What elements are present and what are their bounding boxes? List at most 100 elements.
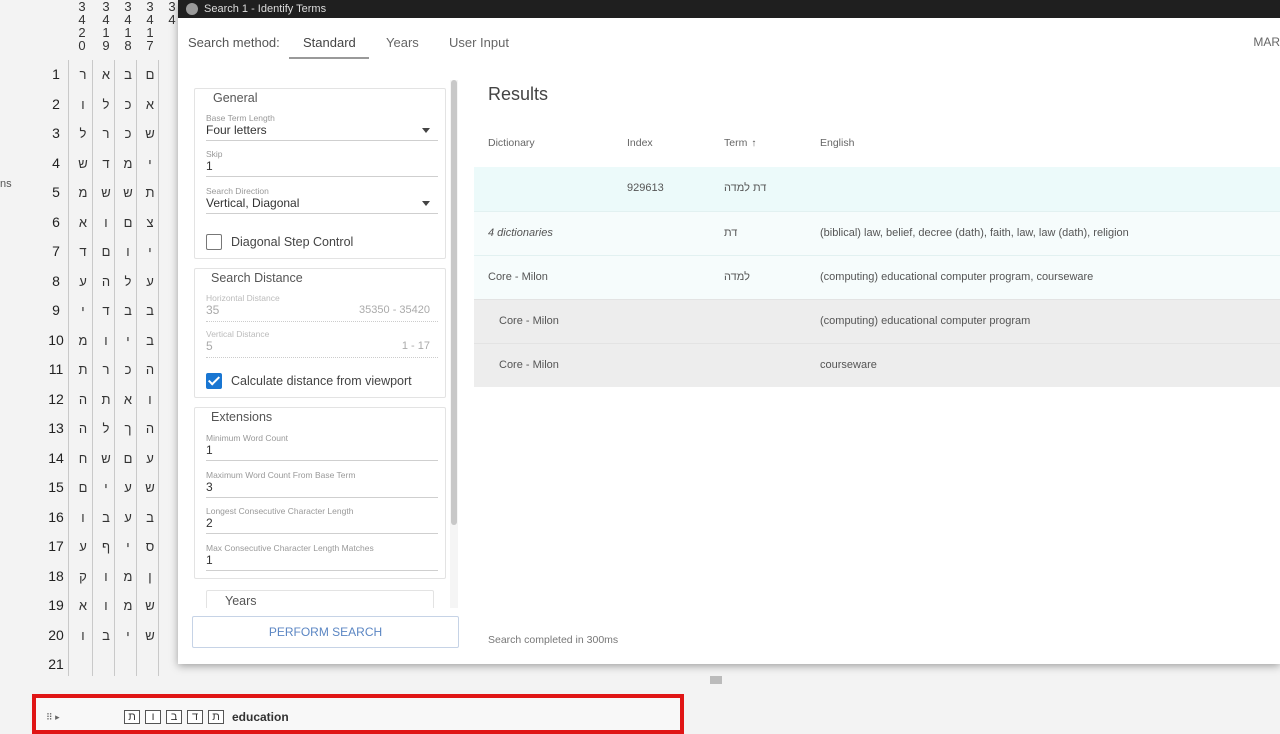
grid-cell[interactable]: ש [139,598,161,613]
grid-cell[interactable]: מ [72,185,94,200]
grid-cell[interactable]: ש [139,480,161,495]
grid-cell[interactable]: י [117,539,139,554]
grid-cell[interactable]: ו [72,510,94,525]
resize-handle[interactable] [710,676,722,684]
grid-cell[interactable]: ל [95,421,117,436]
col-header-term[interactable]: Term ↑ [724,137,756,149]
grid-cell[interactable]: ב [139,510,161,525]
grid-cell[interactable]: צ [139,215,161,230]
grid-cell[interactable]: א [72,215,94,230]
grid-cell[interactable]: ב [139,333,161,348]
grid-cell[interactable]: מ [117,569,139,584]
grid-cell[interactable]: ח [72,451,94,466]
grid-cell[interactable]: ם [95,244,117,259]
table-row[interactable]: 929613 דת למדה [474,167,1280,211]
grid-cell[interactable]: ד [95,156,117,171]
calc-viewport-label[interactable]: Calculate distance from viewport [231,374,412,388]
grid-cell[interactable]: כ [117,126,139,141]
calc-viewport-checkbox[interactable] [206,373,222,389]
grid-cell[interactable]: ש [139,126,161,141]
grid-cell[interactable]: ה [72,421,94,436]
grid-cell[interactable]: ו [72,628,94,643]
grid-cell[interactable]: ש [72,156,94,171]
grid-cell[interactable]: ב [95,628,117,643]
grid-cell[interactable]: ם [117,451,139,466]
tab-years[interactable]: Years [386,35,419,50]
grid-cell[interactable]: ש [95,451,117,466]
grid-cell[interactable]: ש [95,185,117,200]
col-header-index[interactable]: Index [627,137,653,149]
table-row[interactable]: Core - Milon courseware [474,343,1280,387]
grid-cell[interactable]: ר [95,126,117,141]
base-term-length-select[interactable]: Base Term Length Four letters [206,113,438,141]
table-row[interactable]: 4 dictionaries דת (biblical) law, belief… [474,211,1280,255]
grid-cell[interactable]: ל [95,97,117,112]
max-consecutive-matches-input[interactable]: Max Consecutive Character Length Matches… [206,543,438,571]
grid-cell[interactable]: ע [139,274,161,289]
grid-cell[interactable]: ם [139,67,161,82]
grid-cell[interactable]: ך [117,421,139,436]
grid-cell[interactable]: ם [72,480,94,495]
grid-cell[interactable]: ה [139,421,161,436]
grid-cell[interactable]: ו [95,569,117,584]
col-header-dictionary[interactable]: Dictionary [488,137,535,149]
grid-cell[interactable]: ב [117,303,139,318]
options-scrollbar-thumb[interactable] [451,80,457,525]
grid-cell[interactable]: ש [117,185,139,200]
table-row[interactable]: Core - Milon (computing) educational com… [474,299,1280,343]
grid-cell[interactable]: ל [117,274,139,289]
grid-cell[interactable]: ע [117,480,139,495]
grid-cell[interactable]: ו [117,244,139,259]
grid-cell[interactable]: י [117,628,139,643]
grid-cell[interactable]: א [117,392,139,407]
grid-cell[interactable]: ו [95,333,117,348]
perform-search-button[interactable]: PERFORM SEARCH [192,616,459,648]
grid-cell[interactable]: כ [117,97,139,112]
grid-cell[interactable]: א [72,598,94,613]
grid-cell[interactable]: ב [117,67,139,82]
grid-cell[interactable]: י [139,156,161,171]
grid-cell[interactable]: ע [72,274,94,289]
grid-cell[interactable]: ד [72,244,94,259]
grid-cell[interactable]: ן [139,569,161,584]
col-header-english[interactable]: English [820,137,854,149]
grid-cell[interactable]: ו [139,392,161,407]
grid-cell[interactable]: מ [117,598,139,613]
grid-cell[interactable]: ר [72,67,94,82]
drag-handle-icon[interactable]: ⠿ ▸ [46,712,60,723]
diagonal-step-checkbox[interactable] [206,234,222,250]
table-row[interactable]: Core - Milon למדה (computing) educationa… [474,255,1280,299]
grid-cell[interactable]: ף [95,539,117,554]
grid-cell[interactable]: ש [139,628,161,643]
max-word-count-input[interactable]: Maximum Word Count From Base Term 3 [206,470,438,498]
grid-cell[interactable]: מ [72,333,94,348]
tab-user-input[interactable]: User Input [449,35,509,50]
dialog-titlebar[interactable]: Search 1 - Identify Terms [178,0,1280,18]
grid-cell[interactable]: י [117,333,139,348]
grid-cell[interactable]: ס [139,539,161,554]
grid-cell[interactable]: מ [117,156,139,171]
grid-cell[interactable]: ו [72,97,94,112]
grid-cell[interactable]: ר [95,362,117,377]
skip-input[interactable]: Skip 1 [206,149,438,177]
grid-cell[interactable]: ע [139,451,161,466]
grid-cell[interactable]: ק [72,569,94,584]
grid-cell[interactable]: ה [72,392,94,407]
grid-cell[interactable]: י [72,303,94,318]
grid-cell[interactable]: ת [139,185,161,200]
grid-cell[interactable]: ם [117,215,139,230]
grid-cell[interactable]: ב [139,303,161,318]
grid-cell[interactable]: י [95,480,117,495]
grid-cell[interactable]: ע [72,539,94,554]
grid-cell[interactable]: ו [95,598,117,613]
grid-cell[interactable]: ד [95,303,117,318]
grid-cell[interactable]: כ [117,362,139,377]
grid-cell[interactable]: ל [72,126,94,141]
search-direction-select[interactable]: Search Direction Vertical, Diagonal [206,186,438,214]
grid-cell[interactable]: ת [72,362,94,377]
grid-cell[interactable]: ע [117,510,139,525]
tab-standard[interactable]: Standard [303,35,356,50]
grid-cell[interactable]: א [139,97,161,112]
grid-cell[interactable]: ב [95,510,117,525]
diagonal-step-label[interactable]: Diagonal Step Control [231,235,353,249]
